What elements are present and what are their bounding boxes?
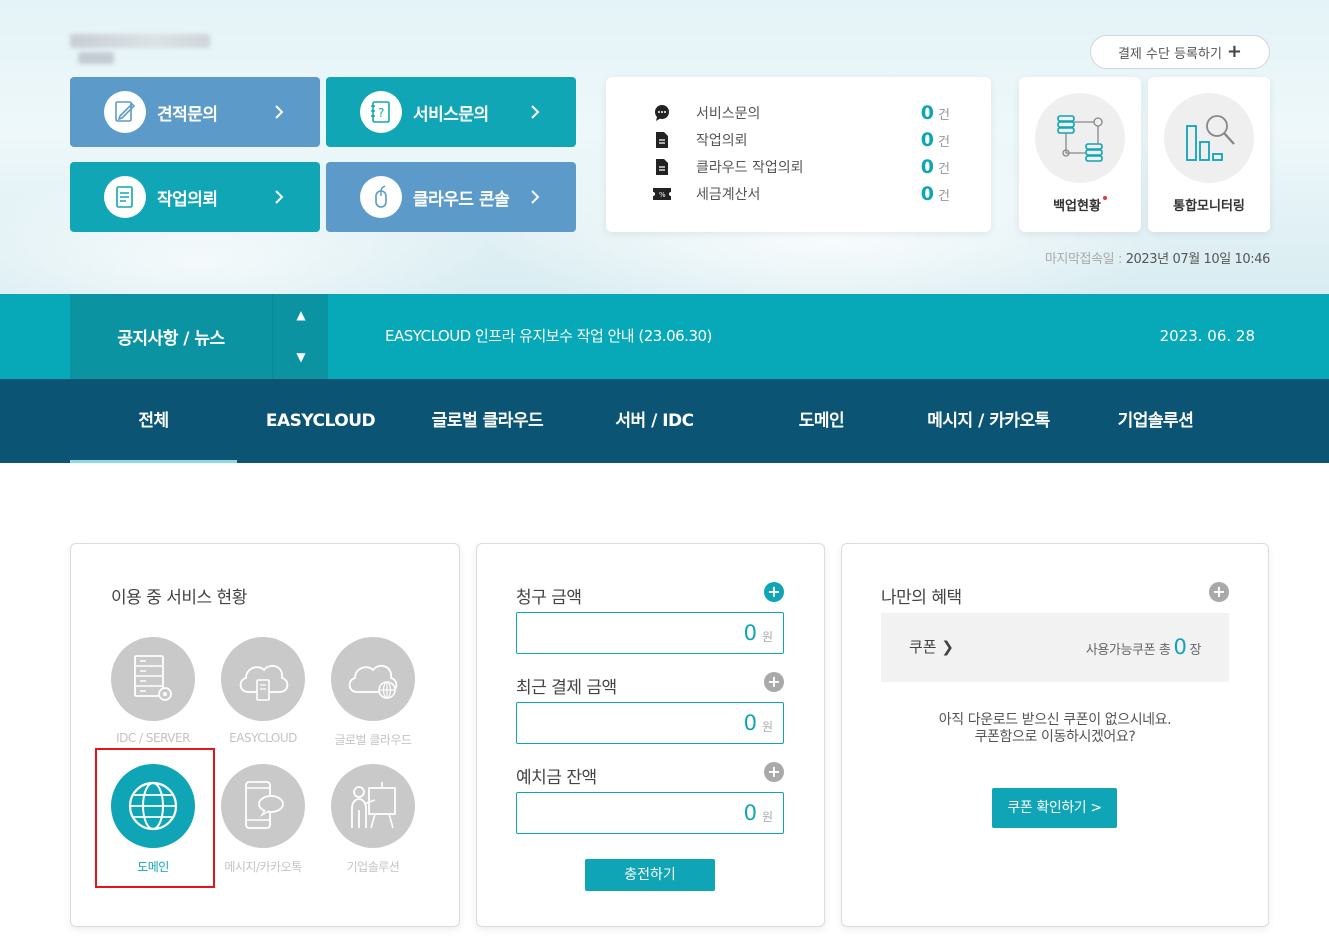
coupon-link[interactable]: 쿠폰 ❯ bbox=[909, 613, 954, 682]
backup-status-tile[interactable]: 백업현황 bbox=[1019, 77, 1141, 232]
stat-count: 0 bbox=[920, 129, 934, 151]
tax-ticket-icon: % bbox=[652, 184, 672, 204]
notice-title[interactable]: 공지사항 / 뉴스 bbox=[70, 294, 272, 379]
service-inquiry-label: 서비스문의 bbox=[413, 104, 489, 125]
chevron-right-icon bbox=[266, 99, 292, 125]
document-icon bbox=[652, 130, 672, 150]
alert-dot bbox=[1102, 196, 1107, 200]
work-request-button[interactable]: 작업의뢰 bbox=[70, 162, 320, 232]
plus-icon: + bbox=[1226, 41, 1243, 62]
work-document-icon bbox=[104, 176, 146, 218]
chevron-right-icon bbox=[522, 99, 548, 125]
tab-enterprise-solution[interactable]: 기업솔루션 bbox=[1072, 379, 1239, 463]
available-coupons: 사용가능쿠폰 총0장 bbox=[1085, 635, 1202, 659]
stat-count: 0 bbox=[920, 102, 934, 124]
benefits-title: 나만의 혜택 bbox=[881, 588, 962, 608]
deposit-balance-label: 예치금 잔액 bbox=[516, 768, 597, 788]
notice-bar: 공지사항 / 뉴스 ▲ ▼ EASYCLOUD 인프라 유지보수 작업 안내 (… bbox=[0, 294, 1329, 379]
service-enterprise-solution[interactable]: 기업솔루션 bbox=[318, 764, 428, 875]
service-inquiry-button[interactable]: ? 서비스문의 bbox=[326, 77, 576, 147]
username-blurred bbox=[70, 34, 210, 48]
quote-inquiry-label: 견적문의 bbox=[157, 104, 218, 125]
phone-chat-icon bbox=[221, 764, 305, 848]
last-login: 마지막접속일 : 2023년 07월 10일 10:46 bbox=[1044, 252, 1271, 267]
recent-payment-box: 0 원 bbox=[516, 702, 784, 744]
check-coupon-button[interactable]: 쿠폰 확인하기 > bbox=[992, 788, 1117, 828]
cloud-server-icon bbox=[221, 637, 305, 721]
category-tabs: 전체 EASYCLOUD 글로벌 클라우드 서버 / IDC 도메인 메시지 /… bbox=[0, 379, 1329, 463]
stat-row-service-inquiry[interactable]: 서비스문의 0 건 bbox=[652, 102, 952, 124]
billed-amount-box: 0 원 bbox=[516, 612, 784, 654]
notice-prev-arrow-icon[interactable]: ▲ bbox=[273, 308, 329, 322]
cloud-console-button[interactable]: 클라우드 콘솔 bbox=[326, 162, 576, 232]
quote-inquiry-button[interactable]: 견적문의 bbox=[70, 77, 320, 147]
coupon-summary: 쿠폰 ❯ 사용가능쿠폰 총0장 bbox=[881, 613, 1229, 682]
billed-amount-plus-icon[interactable]: + bbox=[764, 582, 784, 602]
recent-payment-plus-icon[interactable]: + bbox=[764, 672, 784, 692]
service-global-cloud[interactable]: 글로벌 클라우드 bbox=[318, 637, 428, 748]
recent-payment-label: 최근 결제 금액 bbox=[516, 678, 617, 698]
charge-button[interactable]: 충전하기 bbox=[585, 859, 715, 891]
presenter-board-icon bbox=[331, 764, 415, 848]
integrated-monitoring-label: 통합모니터링 bbox=[1173, 199, 1245, 214]
tab-all[interactable]: 전체 bbox=[70, 379, 237, 463]
go-to-coupon-message: 쿠폰함으로 이동하시겠어요? bbox=[974, 729, 1136, 745]
tab-global-cloud[interactable]: 글로벌 클라우드 bbox=[404, 379, 571, 463]
no-coupon-message: 아직 다운로드 받으신 쿠폰이 없으시네요. bbox=[938, 712, 1172, 728]
service-idc-server[interactable]: IDC / SERVER bbox=[98, 637, 208, 745]
stat-count: 0 bbox=[920, 156, 934, 178]
cloud-console-label: 클라우드 콘솔 bbox=[413, 189, 510, 210]
stat-row-cloud-work-request[interactable]: 클라우드 작업의뢰 0 건 bbox=[652, 156, 952, 178]
user-suffix-blurred bbox=[78, 52, 114, 64]
cloud-globe-icon bbox=[331, 637, 415, 721]
backup-status-label: 백업현황 bbox=[1053, 199, 1101, 214]
work-request-label: 작업의뢰 bbox=[157, 189, 218, 210]
notice-date: 2023. 06. 28 bbox=[1159, 327, 1255, 345]
billed-amount-label: 청구 금액 bbox=[516, 588, 582, 608]
benefits-plus-icon[interactable]: + bbox=[1209, 582, 1229, 602]
tab-server-idc[interactable]: 서버 / IDC bbox=[571, 379, 738, 463]
svg-text:?: ? bbox=[378, 106, 384, 120]
chat-bubble-icon bbox=[652, 103, 672, 123]
stat-row-work-request[interactable]: 작업의뢰 0 건 bbox=[652, 129, 952, 151]
stat-row-tax-invoice[interactable]: % 세금계산서 0 건 bbox=[652, 183, 952, 205]
notice-next-arrow-icon[interactable]: ▼ bbox=[273, 350, 329, 364]
server-gear-icon bbox=[111, 637, 195, 721]
mouse-icon bbox=[360, 176, 402, 218]
register-payment-button[interactable]: 결제 수단 등록하기 + bbox=[1090, 35, 1270, 69]
service-easycloud[interactable]: EASYCLOUD bbox=[208, 637, 318, 745]
service-status-title: 이용 중 서비스 현황 bbox=[111, 588, 247, 608]
selected-service-highlight bbox=[95, 748, 215, 888]
deposit-balance-box: 0 원 bbox=[516, 792, 784, 834]
chevron-right-icon: ❯ bbox=[936, 638, 954, 656]
deposit-balance-plus-icon[interactable]: + bbox=[764, 762, 784, 782]
stat-count: 0 bbox=[920, 183, 934, 205]
chevron-right-icon bbox=[522, 184, 548, 210]
backup-server-icon bbox=[1035, 93, 1125, 183]
notice-headline-link[interactable]: EASYCLOUD 인프라 유지보수 작업 안내 (23.06.30) bbox=[385, 294, 712, 379]
integrated-monitoring-tile[interactable]: 통합모니터링 bbox=[1148, 77, 1270, 232]
svg-text:%: % bbox=[659, 191, 666, 199]
quote-document-icon bbox=[104, 91, 146, 133]
chevron-right-icon bbox=[266, 184, 292, 210]
question-notebook-icon: ? bbox=[360, 91, 402, 133]
request-stats-panel: 서비스문의 0 건 작업의뢰 0 건 클라우드 작업의뢰 0 건 % 세금계산서… bbox=[606, 77, 991, 232]
document-icon bbox=[652, 157, 672, 177]
monitoring-chart-icon bbox=[1164, 93, 1254, 183]
tab-easycloud[interactable]: EASYCLOUD bbox=[237, 379, 404, 463]
tab-message-kakaotalk[interactable]: 메시지 / 카카오톡 bbox=[905, 379, 1072, 463]
tab-domain[interactable]: 도메인 bbox=[738, 379, 905, 463]
notice-nav: ▲ ▼ bbox=[272, 294, 328, 379]
service-message-kakaotalk[interactable]: 메시지/카카오톡 bbox=[208, 764, 318, 875]
